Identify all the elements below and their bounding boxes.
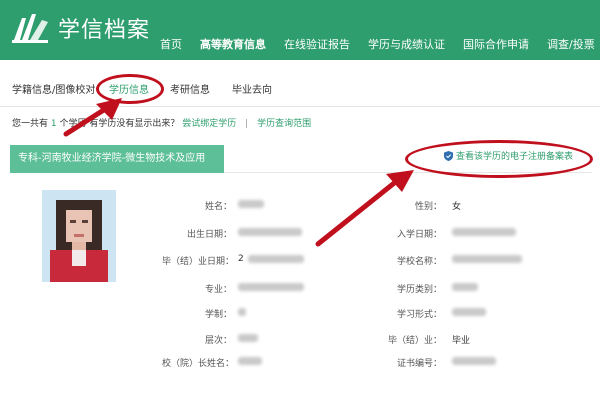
field-value-study-form bbox=[452, 308, 486, 316]
field-label-level: 层次： bbox=[204, 336, 232, 346]
nav-degree-certification[interactable]: 学历与成绩认证 bbox=[368, 36, 445, 52]
record-title: 专科-河南牧业经济学院-微生物技术及应用 bbox=[18, 153, 206, 164]
field-value-certificate-number bbox=[452, 357, 496, 365]
nav-online-verification[interactable]: 在线验证报告 bbox=[284, 36, 350, 52]
nav-international-cooperation[interactable]: 国际合作申请 bbox=[463, 36, 529, 52]
field-label-gender: 性别： bbox=[414, 202, 442, 212]
main-nav: 首页 高等教育信息 在线验证报告 学历与成绩认证 国际合作申请 调查/投票 bbox=[160, 36, 600, 52]
bind-degree-link[interactable]: 尝试绑定学历 bbox=[182, 119, 236, 129]
field-value-graduation-status: 毕业 bbox=[452, 336, 471, 346]
degree-count-line: 您一共有 1 个学历 有学历没有显示出来？ 尝试绑定学历 | 学历查询范围 bbox=[12, 116, 311, 129]
field-value-degree-category bbox=[452, 283, 478, 291]
field-value-name bbox=[238, 200, 264, 208]
tab-graduate-exam[interactable]: 考研信息 bbox=[170, 81, 210, 96]
portrait-icon bbox=[42, 190, 116, 282]
field-value-graduation-date-blur bbox=[248, 255, 304, 263]
sub-nav: 学籍信息/图像校对 学历信息 考研信息 毕业去向 bbox=[0, 62, 600, 107]
degree-count: 1 bbox=[50, 119, 57, 129]
field-label-major: 专业： bbox=[204, 285, 232, 295]
nav-survey-vote[interactable]: 调查/投票 bbox=[547, 36, 595, 52]
field-label-study-form: 学习形式： bbox=[396, 310, 442, 320]
book-logo-icon bbox=[12, 12, 52, 44]
field-value-gender: 女 bbox=[452, 202, 462, 212]
query-scope-link[interactable]: 学历查询范围 bbox=[257, 119, 311, 129]
count-prefix: 您一共有 bbox=[12, 119, 49, 129]
field-value-duration bbox=[238, 308, 246, 316]
count-suffix: 个学历 bbox=[59, 119, 87, 129]
field-label-principal-name: 校（院）长姓名： bbox=[162, 359, 235, 369]
field-label-degree-category: 学历类别： bbox=[396, 285, 442, 295]
field-value-school-name bbox=[452, 255, 522, 263]
field-label-birth-date: 出生日期： bbox=[186, 230, 232, 240]
arrow-head-registration bbox=[386, 170, 414, 192]
annotation-circle-registration bbox=[405, 140, 593, 178]
field-label-duration: 学制： bbox=[204, 310, 232, 320]
field-label-enrollment-date: 入学日期： bbox=[396, 230, 442, 240]
student-photo bbox=[42, 190, 116, 282]
field-value-major bbox=[238, 283, 304, 291]
field-label-name: 姓名： bbox=[204, 202, 232, 212]
field-value-birth-date bbox=[238, 228, 302, 236]
separator: | bbox=[245, 119, 249, 129]
field-label-school-name: 学校名称： bbox=[396, 257, 442, 267]
record-title-banner: 专科-河南牧业经济学院-微生物技术及应用 bbox=[10, 145, 224, 173]
field-value-graduation-date: 2 bbox=[238, 254, 244, 264]
annotation-circle-tab bbox=[96, 74, 164, 104]
field-label-graduation-status: 毕（结）业： bbox=[387, 336, 442, 346]
top-header: 学信档案 首页 高等教育信息 在线验证报告 学历与成绩认证 国际合作申请 调查/… bbox=[0, 0, 600, 60]
logo-text: 学信档案 bbox=[58, 18, 151, 43]
field-value-principal-name bbox=[238, 357, 262, 365]
field-label-certificate-number: 证书编号： bbox=[396, 359, 442, 369]
nav-home[interactable]: 首页 bbox=[160, 36, 182, 52]
field-value-enrollment-date bbox=[452, 228, 516, 236]
nav-higher-education[interactable]: 高等教育信息 bbox=[200, 36, 266, 52]
missing-question: 有学历没有显示出来？ bbox=[89, 119, 180, 129]
logo[interactable]: 学信档案 bbox=[12, 12, 150, 44]
field-value-level bbox=[238, 334, 258, 342]
field-label-graduation-date: 毕（结）业日期： bbox=[162, 257, 235, 267]
tab-student-status[interactable]: 学籍信息/图像校对 bbox=[12, 81, 95, 96]
tab-graduate-destination[interactable]: 毕业去向 bbox=[232, 81, 272, 96]
